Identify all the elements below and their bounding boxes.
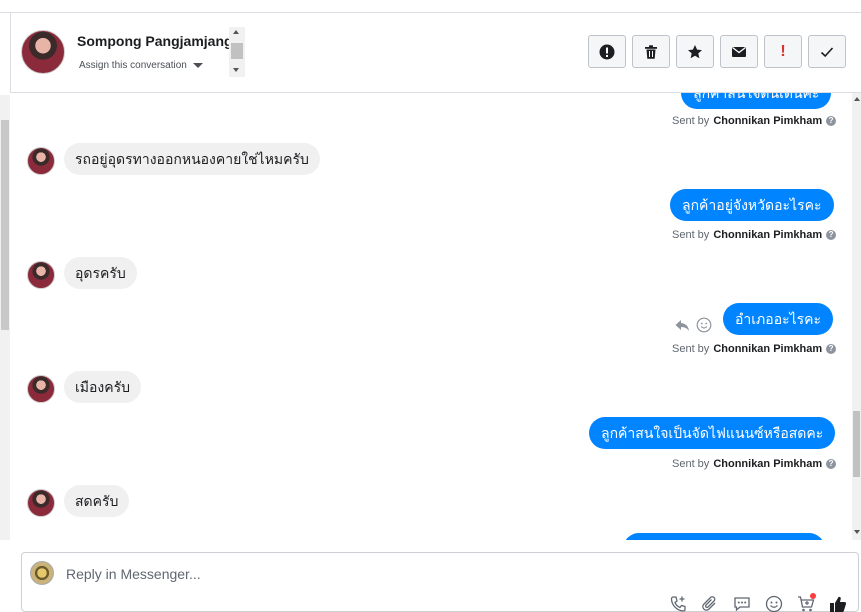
sent-by-prefix: Sent by <box>672 458 710 470</box>
scroll-thumb[interactable] <box>231 43 243 59</box>
help-icon[interactable]: ? <box>826 344 837 354</box>
outgoing-message[interactable]: ลูกค้าอยู่จังหวัดอะไรคะ <box>670 189 834 221</box>
contact-avatar-small <box>27 147 55 175</box>
follow-up-button[interactable]: ! <box>764 35 802 68</box>
help-icon[interactable]: ? <box>826 230 837 240</box>
mark-done-button[interactable] <box>808 35 846 68</box>
outgoing-message[interactable]: อำเภออะไรคะ <box>723 303 834 335</box>
agent-name: Chonnikan Pimkham <box>713 458 823 470</box>
sent-by-prefix: Sent by <box>672 115 710 127</box>
mark-unread-button[interactable] <box>720 35 758 68</box>
spam-button[interactable] <box>588 35 626 68</box>
star-button[interactable] <box>676 35 714 68</box>
incoming-message[interactable]: รถอยู่อุดรทางออกหนองคายใช่ไหมครับ <box>64 143 320 175</box>
paperclip-icon[interactable] <box>699 595 720 612</box>
envelope-icon <box>732 46 746 57</box>
agent-name: Chonnikan Pimkham <box>713 229 823 241</box>
thread-scrollbar[interactable] <box>852 93 861 540</box>
left-scrollbar[interactable] <box>0 95 10 540</box>
reply-icon[interactable] <box>674 317 690 333</box>
alert-circle-icon <box>599 44 615 59</box>
message-hover-actions <box>674 317 712 333</box>
cart-icon[interactable] <box>795 593 816 612</box>
phone-icon[interactable] <box>667 595 688 612</box>
incoming-message[interactable]: สดครับ <box>64 485 130 517</box>
sent-by-label: Sent by Chonnikan Pimkham ? <box>672 458 837 470</box>
scroll-down-arrow-icon[interactable] <box>233 68 239 72</box>
trash-icon <box>645 44 657 59</box>
scroll-up-arrow-icon[interactable] <box>854 97 860 101</box>
contact-avatar-small <box>27 375 55 403</box>
delete-button[interactable] <box>632 35 670 68</box>
sent-by-label: Sent by Chonnikan Pimkham ? <box>672 115 837 127</box>
message-thread[interactable]: ลูกค้าสนใจดีนเตนคะ Sent by Chonnikan Pim… <box>10 93 851 540</box>
saved-reply-icon[interactable] <box>731 595 752 612</box>
sent-by-prefix: Sent by <box>672 343 710 355</box>
help-icon[interactable]: ? <box>826 459 837 469</box>
scroll-up-arrow-icon[interactable] <box>233 30 239 34</box>
exclamation-icon: ! <box>780 42 786 60</box>
page-avatar <box>30 561 54 585</box>
outgoing-message-partial[interactable] <box>623 533 825 540</box>
incoming-message[interactable]: อุดรครับ <box>64 257 137 289</box>
star-icon <box>688 44 702 58</box>
notification-dot <box>810 593 816 599</box>
conversation-actions: ! <box>588 35 846 68</box>
help-icon[interactable]: ? <box>826 116 837 126</box>
outgoing-message[interactable]: ลูกค้าสนใจเป็นจัดไฟแนนซ์หรือสดคะ <box>589 417 836 449</box>
contact-avatar-small <box>27 489 55 517</box>
composer-toolbar <box>667 593 848 612</box>
incoming-message[interactable]: เมืองครับ <box>64 371 142 403</box>
header-scrollbar[interactable] <box>229 27 245 77</box>
thread-scroll-thumb[interactable] <box>853 411 860 477</box>
scroll-down-arrow-icon[interactable] <box>854 530 860 534</box>
left-scroll-thumb[interactable] <box>1 120 9 330</box>
emoji-react-icon[interactable] <box>696 317 712 333</box>
assign-conversation-dropdown[interactable]: Assign this conversation <box>79 60 203 71</box>
contact-avatar-small <box>27 261 55 289</box>
conversation-header: Sompong Pangjamjang Assign this conversa… <box>10 13 861 93</box>
contact-name[interactable]: Sompong Pangjamjang <box>77 33 233 49</box>
sent-by-label: Sent by Chonnikan Pimkham ? <box>672 343 837 355</box>
contact-avatar[interactable] <box>21 30 65 74</box>
agent-name: Chonnikan Pimkham <box>713 343 823 355</box>
caret-down-icon <box>192 63 203 68</box>
agent-name: Chonnikan Pimkham <box>713 115 823 127</box>
sent-by-label: Sent by Chonnikan Pimkham ? <box>672 229 837 241</box>
outgoing-message[interactable]: ลูกค้าสนใจดีนเตนคะ <box>681 93 832 109</box>
assign-label: Assign this conversation <box>79 60 187 71</box>
reply-composer <box>21 552 859 612</box>
thumbs-up-icon[interactable] <box>827 595 848 612</box>
checkmark-icon <box>820 46 834 57</box>
emoji-icon[interactable] <box>763 595 784 612</box>
reply-input[interactable] <box>66 564 766 584</box>
sent-by-prefix: Sent by <box>672 229 710 241</box>
